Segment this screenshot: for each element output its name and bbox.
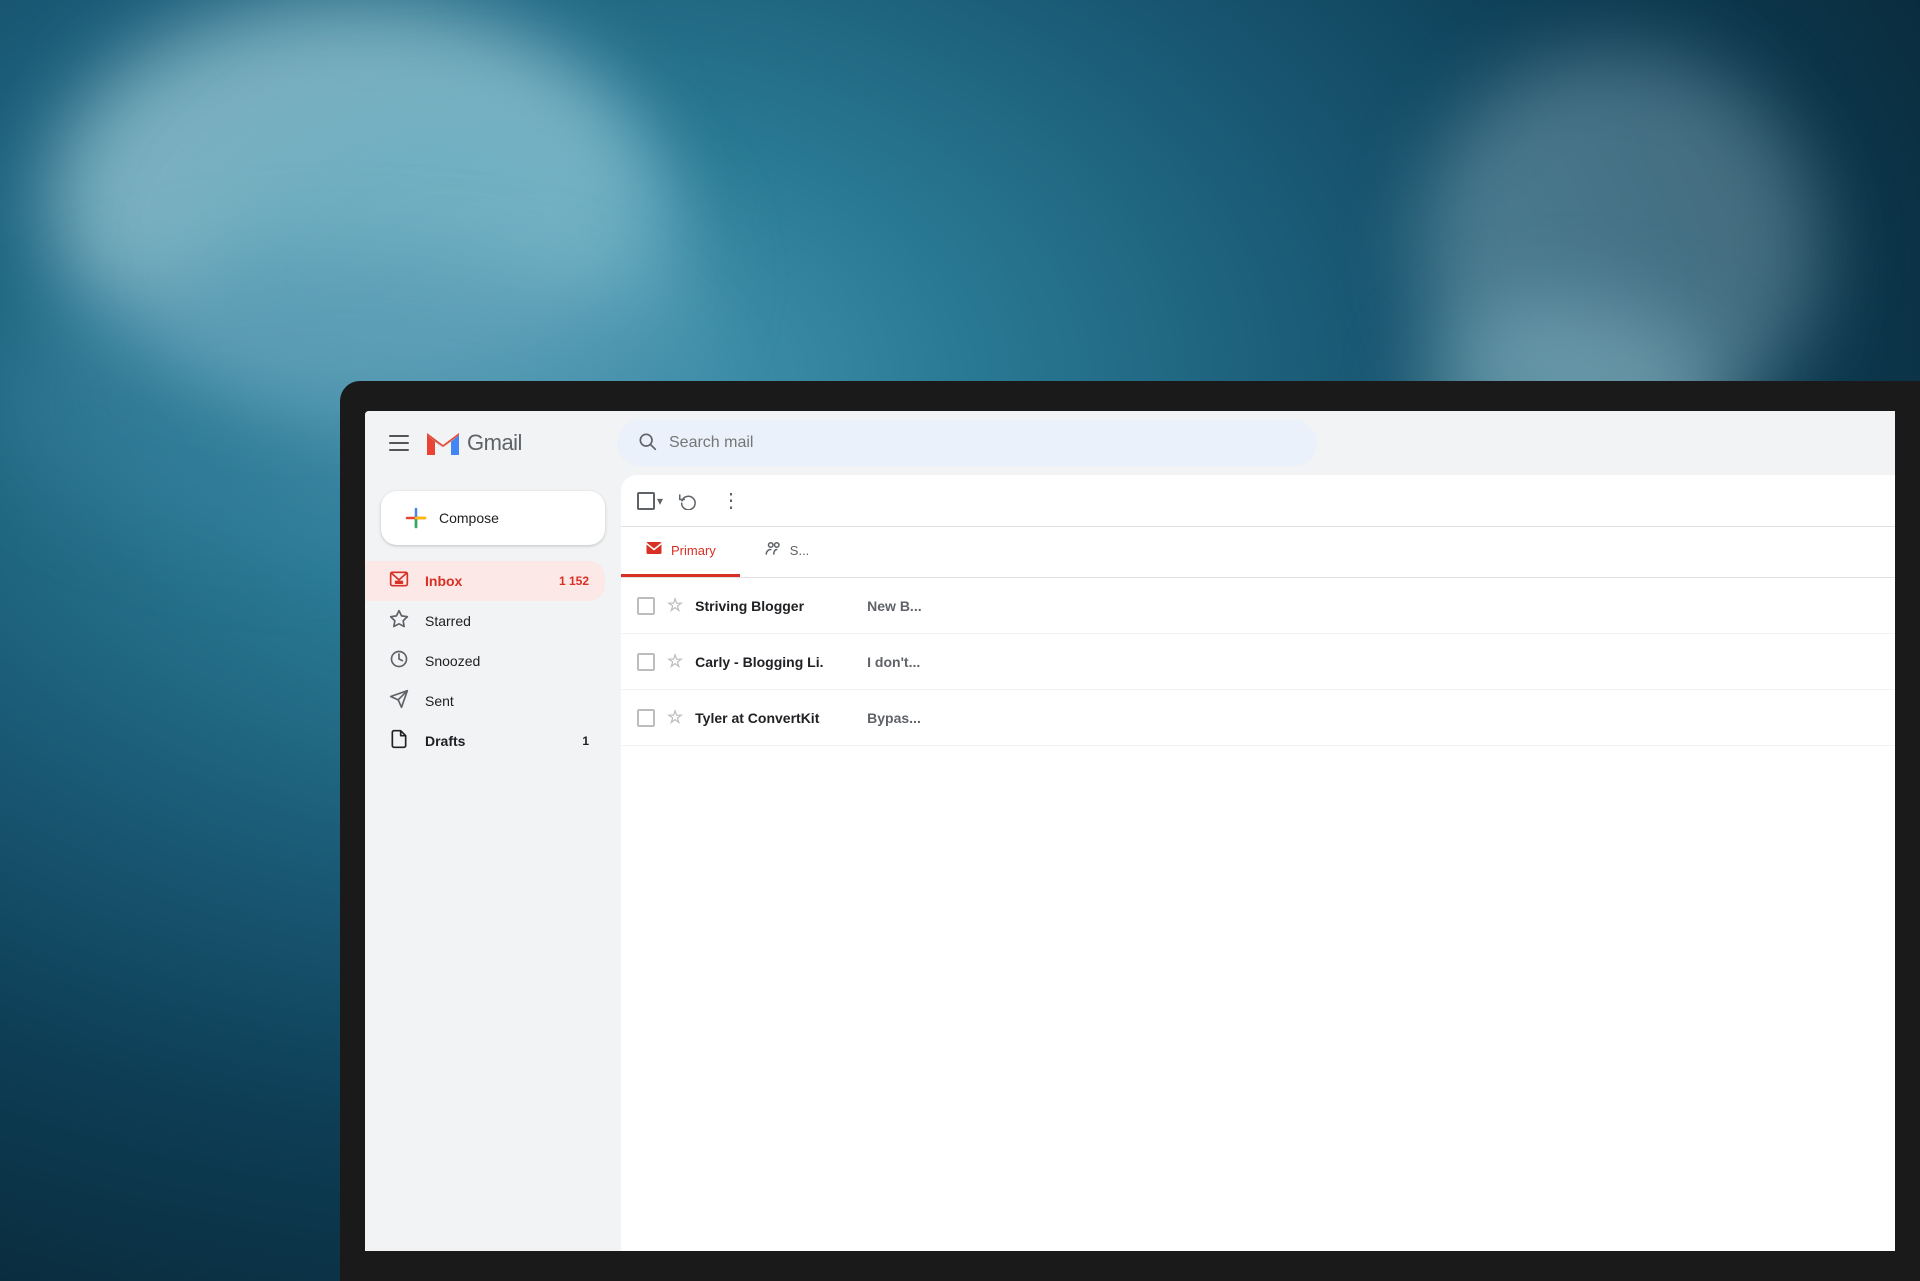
more-options-button[interactable]: ⋮ [713, 480, 751, 521]
gmail-header: Gmail [365, 411, 1895, 475]
compose-label: Compose [439, 510, 499, 526]
email-star-1[interactable]: ☆ [667, 595, 683, 616]
more-icon: ⋮ [721, 488, 743, 513]
sidebar-item-inbox[interactable]: Inbox 1 152 [365, 561, 605, 601]
email-star-2[interactable]: ☆ [667, 651, 683, 672]
tab-primary-icon [645, 539, 663, 562]
email-star-3[interactable]: ☆ [667, 707, 683, 728]
email-row[interactable]: ☆ Striving Blogger New B... [621, 578, 1895, 634]
gmail-sidebar: Compose Inbox 1 152 [365, 475, 621, 1251]
hamburger-line-1 [389, 435, 409, 437]
hamburger-line-2 [389, 442, 409, 444]
compose-button[interactable]: Compose [381, 491, 605, 545]
email-preview-1: New B... [867, 598, 1879, 614]
gmail-wordmark: Gmail [467, 430, 522, 456]
sidebar-item-sent[interactable]: Sent [365, 681, 605, 721]
gmail-content: ▾ ⋮ [621, 475, 1895, 1251]
gmail-logo: Gmail [425, 425, 522, 461]
search-input[interactable] [669, 434, 1297, 452]
email-checkbox-2[interactable] [637, 653, 655, 671]
hamburger-menu-button[interactable] [381, 427, 417, 459]
email-row[interactable]: ☆ Carly - Blogging Li. I don't... [621, 634, 1895, 690]
tab-social[interactable]: S... [740, 527, 834, 577]
search-icon [637, 431, 657, 456]
sidebar-snoozed-label: Snoozed [425, 653, 589, 669]
email-sender-2: Carly - Blogging Li. [695, 654, 855, 670]
refresh-button[interactable] [671, 484, 705, 518]
email-toolbar: ▾ ⋮ [621, 475, 1895, 527]
gmail-ui: Gmail [365, 411, 1895, 1251]
email-list: ☆ Striving Blogger New B... ☆ Carly - Bl… [621, 578, 1895, 1251]
email-preview-2: I don't... [867, 654, 1879, 670]
search-bar[interactable] [617, 420, 1317, 466]
sidebar-item-starred[interactable]: Starred [365, 601, 605, 641]
gmail-m-icon [425, 425, 461, 461]
inbox-icon [389, 569, 409, 594]
tab-social-icon [764, 539, 782, 562]
select-all-wrapper[interactable]: ▾ [637, 492, 663, 510]
email-preview-3: Bypas... [867, 710, 1879, 726]
email-tabs: Primary S... [621, 527, 1895, 578]
sidebar-inbox-label: Inbox [425, 573, 543, 589]
sidebar-sent-label: Sent [425, 693, 589, 709]
tab-primary-label: Primary [671, 543, 716, 558]
email-sender-1: Striving Blogger [695, 598, 855, 614]
drafts-icon [389, 729, 409, 754]
gmail-main: Compose Inbox 1 152 [365, 475, 1895, 1251]
tab-primary[interactable]: Primary [621, 527, 740, 577]
star-icon [389, 609, 409, 634]
laptop-bezel: Gmail [340, 381, 1920, 1281]
sidebar-item-snoozed[interactable]: Snoozed [365, 641, 605, 681]
select-all-checkbox[interactable] [637, 492, 655, 510]
snoozed-icon [389, 649, 409, 674]
compose-plus-icon [405, 507, 427, 529]
laptop-screen: Gmail [365, 411, 1895, 1251]
email-checkbox-3[interactable] [637, 709, 655, 727]
sent-icon [389, 689, 409, 714]
sidebar-inbox-count: 1 152 [559, 574, 589, 588]
email-checkbox-1[interactable] [637, 597, 655, 615]
tab-social-label: S... [790, 543, 810, 558]
email-sender-3: Tyler at ConvertKit [695, 710, 855, 726]
hamburger-line-3 [389, 449, 409, 451]
sidebar-drafts-label: Drafts [425, 733, 566, 749]
refresh-icon [679, 492, 697, 510]
select-dropdown-icon[interactable]: ▾ [657, 494, 663, 508]
sidebar-drafts-count: 1 [582, 734, 589, 748]
sidebar-item-drafts[interactable]: Drafts 1 [365, 721, 605, 761]
sidebar-starred-label: Starred [425, 613, 589, 629]
email-row[interactable]: ☆ Tyler at ConvertKit Bypas... [621, 690, 1895, 746]
gmail-logo-area: Gmail [381, 425, 601, 461]
